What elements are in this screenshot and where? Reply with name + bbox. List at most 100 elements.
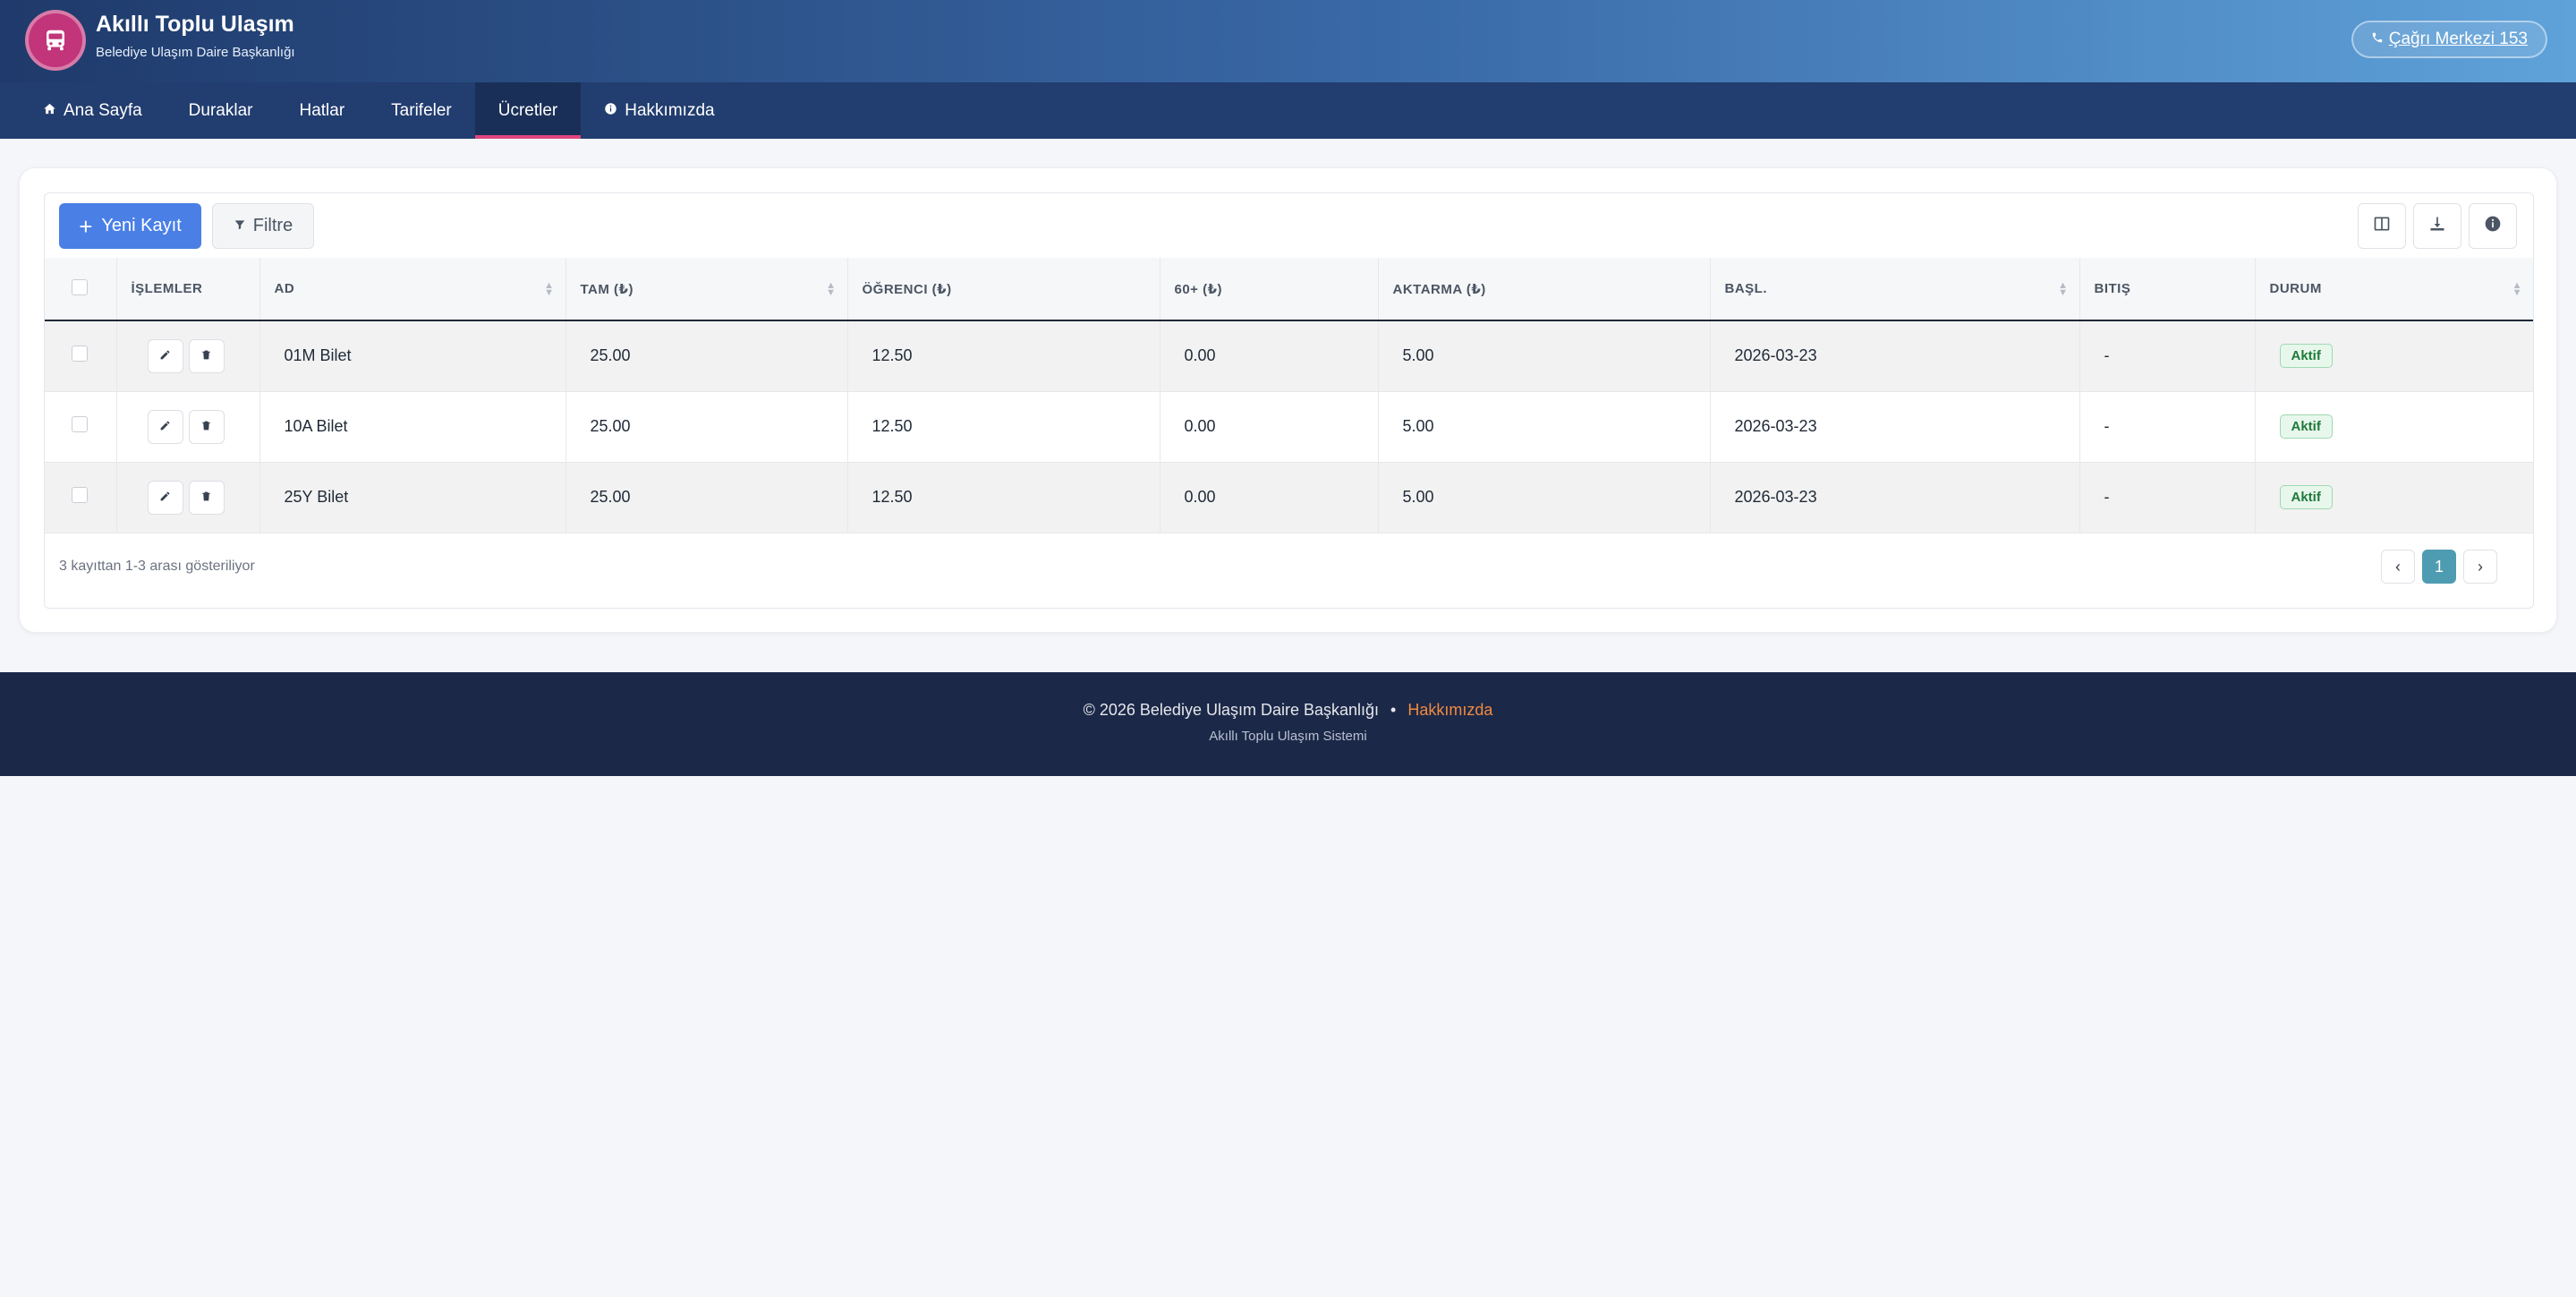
table-row[interactable]: 10A Bilet 25.00 12.50 0.00 5.00 2026-03-…	[45, 391, 2533, 463]
nav-item-label: Hatlar	[299, 100, 345, 120]
nav-item-fares[interactable]: Ücretler	[474, 82, 582, 139]
export-button[interactable]	[2413, 203, 2461, 249]
sort-icon: ▲ ▼	[826, 279, 837, 298]
filter-icon	[234, 216, 246, 236]
edit-button[interactable]	[147, 338, 183, 373]
status-badge: Aktif	[2279, 414, 2333, 439]
cell-senior-fare: 0.00	[1160, 462, 1379, 533]
select-all-checkbox[interactable]	[72, 278, 88, 295]
info-button[interactable]	[2469, 203, 2517, 249]
cell-name: 01M Bilet	[259, 320, 566, 392]
info-icon	[604, 101, 617, 121]
status-badge: Aktif	[2279, 344, 2333, 369]
column-header[interactable]: DURUM ▲ ▼	[2255, 258, 2533, 321]
row-checkbox[interactable]	[72, 487, 88, 503]
cell-student-fare: 12.50	[847, 320, 1160, 392]
cell-end-date: -	[2079, 320, 2256, 392]
cell-student-fare: 12.50	[847, 391, 1160, 463]
cell-status: Aktif	[2255, 391, 2533, 463]
nav-item-home[interactable]: Ana Sayfa	[20, 82, 166, 139]
cell-end-date: -	[2079, 391, 2256, 463]
nav-item-about[interactable]: Hakkımızda	[581, 82, 737, 139]
cell-transfer-fare: 5.00	[1378, 462, 1711, 533]
content-card: + Yeni Kayıt Filtre İŞLEMLER AD ▲ ▼ TAM …	[19, 167, 2557, 633]
top-header: Akıllı Toplu Ulaşım Belediye Ulaşım Dair…	[0, 0, 2576, 82]
table-row[interactable]: 25Y Bilet 25.00 12.50 0.00 5.00 2026-03-…	[45, 462, 2533, 533]
phone-icon	[2371, 30, 2384, 49]
prev-page-button[interactable]: ‹	[2381, 550, 2415, 584]
new-record-button[interactable]: + Yeni Kayıt	[59, 203, 201, 249]
nav-item-stops[interactable]: Duraklar	[166, 82, 276, 139]
select-all-cell	[45, 258, 117, 321]
bus-logo-icon	[25, 10, 86, 71]
edit-button[interactable]	[147, 409, 183, 444]
cell-full-fare: 25.00	[565, 320, 848, 392]
plus-icon: +	[79, 212, 93, 240]
columns-icon	[2373, 215, 2391, 237]
cell-senior-fare: 0.00	[1160, 320, 1379, 392]
cell-transfer-fare: 5.00	[1378, 391, 1711, 463]
site-footer: © 2026 Belediye Ulaşım Daire Başkanlığı …	[0, 672, 2576, 776]
fares-table: İŞLEMLER AD ▲ ▼ TAM (₺) ▲ ▼ ÖĞRENCI (₺) 60+ …	[45, 258, 2533, 533]
cell-student-fare: 12.50	[847, 462, 1160, 533]
cell-name: 10A Bilet	[259, 391, 566, 463]
pencil-icon	[159, 488, 171, 507]
row-actions	[116, 320, 260, 392]
download-icon	[2428, 215, 2446, 237]
pencil-icon	[159, 417, 171, 436]
cell-senior-fare: 0.00	[1160, 391, 1379, 463]
column-header-label: DURUM	[2269, 281, 2322, 296]
footer-about-link[interactable]: Hakkımızda	[1407, 701, 1492, 719]
column-header[interactable]: AD ▲ ▼	[259, 258, 566, 321]
cell-full-fare: 25.00	[565, 391, 848, 463]
footer-line: © 2026 Belediye Ulaşım Daire Başkanlığı …	[0, 701, 2576, 720]
column-header[interactable]: TAM (₺) ▲ ▼	[565, 258, 848, 321]
trash-icon	[200, 346, 212, 365]
filter-button[interactable]: Filtre	[212, 203, 314, 249]
trash-icon	[200, 488, 212, 507]
cell-full-fare: 25.00	[565, 462, 848, 533]
table-row[interactable]: 01M Bilet 25.00 12.50 0.00 5.00 2026-03-…	[45, 320, 2533, 392]
column-header: BITIŞ	[2079, 258, 2256, 321]
info-icon	[2484, 215, 2502, 237]
edit-button[interactable]	[147, 480, 183, 515]
cell-status: Aktif	[2255, 320, 2533, 392]
column-header: 60+ (₺)	[1160, 258, 1379, 321]
nav-item-lines[interactable]: Hatlar	[276, 82, 368, 139]
column-header[interactable]: BAŞL. ▲ ▼	[1710, 258, 2080, 321]
nav-item-schedules[interactable]: Tarifeler	[368, 82, 475, 139]
main-nav: Ana Sayfa Duraklar Hatlar Tarifeler Ücre…	[0, 82, 2576, 139]
nav-item-label: Ücretler	[497, 100, 558, 120]
sort-icon: ▲ ▼	[2058, 279, 2069, 298]
pencil-icon	[159, 346, 171, 365]
page-button-current[interactable]: 1	[2422, 550, 2456, 584]
cell-start-date: 2026-03-23	[1710, 320, 2080, 392]
trash-icon	[200, 417, 212, 436]
cell-status: Aktif	[2255, 462, 2533, 533]
row-select-cell	[45, 391, 117, 463]
call-center-button[interactable]: Çağrı Merkezi 153	[2351, 21, 2547, 58]
row-select-cell	[45, 462, 117, 533]
column-header-label: TAM (₺)	[580, 281, 633, 297]
delete-button[interactable]	[188, 480, 225, 515]
cell-name: 25Y Bilet	[259, 462, 566, 533]
nav-item-label: Duraklar	[188, 100, 253, 120]
cell-transfer-fare: 5.00	[1378, 320, 1711, 392]
home-icon	[43, 101, 56, 121]
delete-button[interactable]	[188, 409, 225, 444]
filter-label: Filtre	[252, 216, 293, 235]
column-header: AKTARMA (₺)	[1378, 258, 1711, 321]
row-actions	[116, 462, 260, 533]
row-select-cell	[45, 320, 117, 392]
row-checkbox[interactable]	[72, 346, 88, 363]
delete-button[interactable]	[188, 338, 225, 373]
next-page-button[interactable]: ›	[2463, 550, 2497, 584]
sort-icon: ▲ ▼	[544, 279, 555, 298]
column-header-label: BAŞL.	[1724, 281, 1767, 296]
columns-button[interactable]	[2358, 203, 2406, 249]
row-checkbox[interactable]	[72, 416, 88, 432]
column-header: ÖĞRENCI (₺)	[847, 258, 1160, 321]
column-header: İŞLEMLER	[116, 258, 260, 321]
app-subtitle: Belediye Ulaşım Daire Başkanlığı	[96, 45, 295, 60]
data-table-panel: + Yeni Kayıt Filtre İŞLEMLER AD ▲ ▼ TAM …	[44, 192, 2534, 609]
